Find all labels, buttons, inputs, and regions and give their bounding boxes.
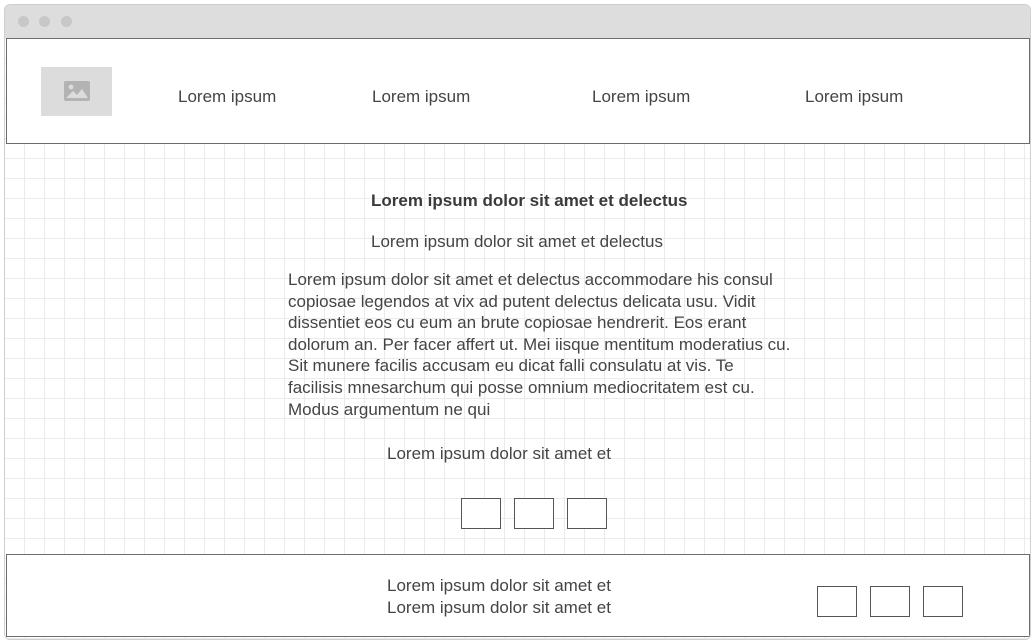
content-caption: Lorem ipsum dolor sit amet et bbox=[387, 444, 611, 463]
content-button-3[interactable] bbox=[567, 498, 607, 529]
nav-item-4[interactable]: Lorem ipsum bbox=[805, 87, 903, 107]
footer-button-2[interactable] bbox=[870, 586, 910, 617]
footer-button-1[interactable] bbox=[817, 586, 857, 617]
page-subheading: Lorem ipsum dolor sit amet et delectus bbox=[371, 232, 663, 251]
page-footer: Lorem ipsum dolor sit amet et Lorem ipsu… bbox=[6, 554, 1030, 637]
nav-item-3[interactable]: Lorem ipsum bbox=[592, 87, 690, 107]
close-window-dot[interactable] bbox=[18, 16, 29, 27]
maximize-window-dot[interactable] bbox=[61, 16, 72, 27]
content-button-2[interactable] bbox=[514, 498, 554, 529]
page-heading: Lorem ipsum dolor sit amet et delectus bbox=[371, 191, 688, 210]
logo-placeholder[interactable] bbox=[41, 67, 112, 116]
minimize-window-dot[interactable] bbox=[39, 16, 50, 27]
nav-item-2[interactable]: Lorem ipsum bbox=[372, 87, 470, 107]
nav-item-1[interactable]: Lorem ipsum bbox=[178, 87, 276, 107]
title-bar bbox=[5, 5, 1030, 38]
browser-window: Lorem ipsum Lorem ipsum Lorem ipsum Lore… bbox=[4, 4, 1031, 640]
body-paragraph: Lorem ipsum dolor sit amet et delectus a… bbox=[288, 270, 791, 419]
image-placeholder-icon bbox=[64, 81, 90, 101]
footer-button-3[interactable] bbox=[923, 586, 963, 617]
page-header: Lorem ipsum Lorem ipsum Lorem ipsum Lore… bbox=[6, 38, 1030, 144]
content-button-1[interactable] bbox=[461, 498, 501, 529]
footer-text-line-1: Lorem ipsum dolor sit amet et bbox=[387, 576, 611, 595]
footer-text-line-2: Lorem ipsum dolor sit amet et bbox=[387, 598, 611, 617]
